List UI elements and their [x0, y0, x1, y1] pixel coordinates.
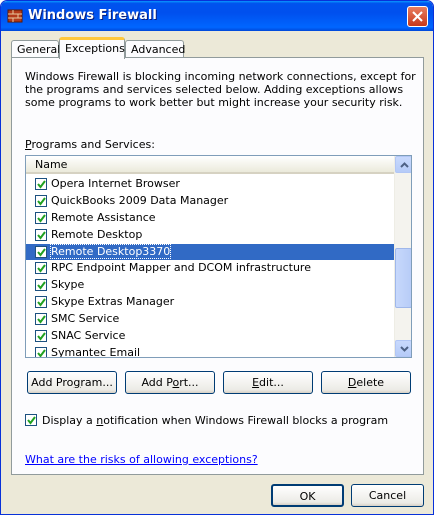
item-label: Skype Extras Manager: [51, 295, 175, 309]
edit-button[interactable]: Edit...: [223, 371, 313, 394]
item-checkbox[interactable]: [35, 245, 47, 258]
list-item[interactable]: Skype Extras Manager: [26, 294, 394, 311]
checkmark-icon: [37, 180, 46, 189]
list-item[interactable]: RPC Endpoint Mapper and DCOM infrastruct…: [26, 260, 394, 277]
item-label: Skype: [51, 278, 85, 292]
item-checkbox[interactable]: [35, 228, 47, 241]
notify-checkbox[interactable]: [25, 414, 37, 426]
title-bar[interactable]: Windows Firewall: [1, 1, 433, 31]
checkmark-icon: [37, 332, 46, 341]
cancel-button[interactable]: Cancel: [351, 484, 424, 507]
column-header-name[interactable]: Name: [26, 156, 394, 174]
item-label: Opera Internet Browser: [51, 177, 180, 190]
checkmark-icon: [37, 349, 46, 357]
item-label: Symantec Email: [51, 345, 141, 358]
item-label: Remote Desktop: [51, 227, 143, 241]
list-item[interactable]: SNAC Service: [26, 328, 394, 345]
scroll-down-button[interactable]: [395, 340, 411, 357]
tab-exceptions[interactable]: Exceptions: [59, 37, 125, 59]
checkmark-icon: [27, 416, 36, 425]
add-port-button[interactable]: Add Port...: [125, 371, 215, 394]
checkmark-icon: [37, 214, 46, 223]
list-item[interactable]: Remote Desktop3370: [26, 243, 394, 261]
exceptions-panel: Windows Firewall is blocking incoming ne…: [11, 57, 424, 475]
delete-button[interactable]: Delete: [321, 371, 411, 394]
item-label: SMC Service: [51, 312, 120, 326]
chevron-down-icon: [400, 346, 409, 352]
intro-text: Windows Firewall is blocking incoming ne…: [25, 70, 416, 109]
item-checkbox[interactable]: [35, 211, 47, 224]
checkmark-icon: [37, 197, 46, 206]
item-checkbox[interactable]: [35, 296, 47, 309]
item-checkbox[interactable]: [35, 262, 47, 275]
chevron-up-icon: [400, 162, 409, 168]
firewall-icon: [7, 8, 23, 24]
add-program-button[interactable]: Add Program...: [27, 371, 117, 394]
programs-list[interactable]: Name Opera Internet Browser QuickBooks 20…: [25, 155, 412, 358]
risks-link[interactable]: What are the risks of allowing exception…: [25, 453, 258, 466]
item-label: Remote Assistance: [51, 210, 156, 224]
checkmark-icon: [37, 315, 46, 324]
list-item[interactable]: Opera Internet Browser: [26, 176, 394, 193]
list-item[interactable]: Skype: [26, 277, 394, 294]
item-label: RPC Endpoint Mapper and DCOM infrastruct…: [51, 261, 311, 275]
item-checkbox[interactable]: [35, 330, 47, 343]
ok-button[interactable]: OK: [271, 484, 344, 507]
item-checkbox[interactable]: [35, 194, 47, 207]
window-title: Windows Firewall: [28, 8, 157, 23]
list-item[interactable]: SMC Service: [26, 311, 394, 328]
scroll-thumb[interactable]: [395, 248, 411, 308]
programs-services-label: Programs and Services:: [25, 138, 155, 151]
item-checkbox[interactable]: [35, 346, 47, 357]
item-label: QuickBooks 2009 Data Manager: [51, 193, 229, 207]
list-item[interactable]: QuickBooks 2009 Data Manager: [26, 193, 394, 210]
item-label: Remote Desktop3370: [49, 243, 172, 259]
notify-label: Display a notification when Windows Fire…: [42, 414, 389, 427]
item-label: SNAC Service: [51, 329, 126, 343]
list-item[interactable]: Symantec Email: [26, 345, 394, 358]
scroll-up-button[interactable]: [395, 156, 411, 173]
list-item[interactable]: Remote Assistance: [26, 210, 394, 227]
checkmark-icon: [37, 247, 46, 257]
item-checkbox[interactable]: [35, 313, 47, 326]
item-checkbox[interactable]: [35, 178, 47, 190]
checkmark-icon: [37, 281, 46, 290]
close-icon: [412, 11, 423, 22]
windows-firewall-dialog: Windows Firewall General Exceptions Adva…: [0, 0, 434, 515]
checkmark-icon: [37, 298, 46, 307]
list-item[interactable]: Remote Desktop: [26, 227, 394, 244]
item-checkbox[interactable]: [35, 279, 47, 292]
programs-rows: Opera Internet Browser QuickBooks 2009 Da…: [26, 176, 394, 358]
vertical-scrollbar[interactable]: [394, 156, 411, 357]
checkmark-icon: [37, 231, 46, 240]
checkmark-icon: [37, 264, 46, 274]
close-button[interactable]: [407, 6, 428, 27]
